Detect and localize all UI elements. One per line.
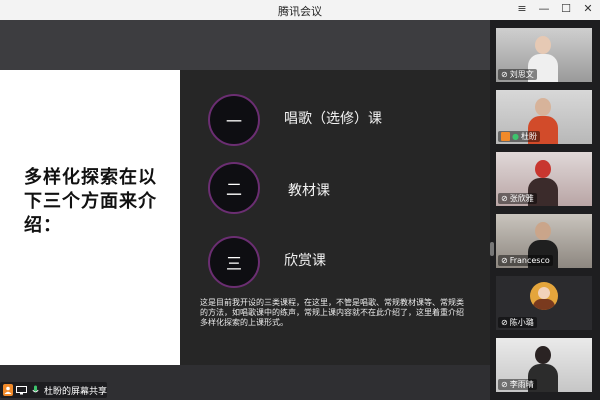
participant-name-bar: ⊘ 张欣雅 (498, 193, 537, 204)
participant-avatar-tile[interactable]: ⊘ 陈小璐 (496, 276, 592, 330)
mic-muted-icon: ⊘ (501, 194, 508, 203)
participant-name: 陈小璐 (509, 318, 534, 327)
slide-left-panel: 多样化探索在以下三个方面来介绍： (0, 70, 180, 365)
window-title: 腾讯会议 (278, 5, 322, 18)
participant-video-rail: ⊘ 刘思文 ● 杜盼 ⊘ 张欣雅 ⊘ Francesco ⊘ 陈小璐 ⊘ 李雨晴 (490, 20, 600, 400)
close-icon[interactable]: ✕ (582, 2, 594, 15)
shared-screen-area: 多样化探索在以下三个方面来介绍： 一 唱歌（选修）课 二 教材课 三 欣赏课 这… (0, 20, 490, 400)
participant-name: 李雨晴 (509, 380, 534, 389)
participant-name-bar: ⊘ 刘思文 (498, 69, 537, 80)
participant-video-tile[interactable]: ⊘ Francesco (496, 214, 592, 268)
participant-name-bar: ⊘ Francesco (498, 255, 553, 266)
participant-name: 刘思文 (509, 70, 534, 79)
participant-video-tile[interactable]: ⊘ 李雨晴 (496, 338, 592, 392)
window-titlebar: 腾讯会议 ≡ — ☐ ✕ (0, 0, 600, 21)
host-badge-icon (501, 132, 510, 141)
numeral-circle-2: 二 (208, 162, 260, 214)
screen-share-status-bar[interactable]: 杜盼的屏幕共享 (0, 382, 107, 398)
mic-muted-icon: ⊘ (501, 256, 508, 265)
participant-video-tile[interactable]: ⊘ 刘思文 (496, 28, 592, 82)
maximize-icon[interactable]: ☐ (560, 2, 572, 15)
participant-name-bar: ⊘ 陈小璐 (498, 317, 537, 328)
participant-video-tile[interactable]: ● 杜盼 (496, 90, 592, 144)
screen-share-icon (16, 384, 28, 396)
participant-video-tile[interactable]: ⊘ 张欣雅 (496, 152, 592, 206)
mic-active-icon: ● (512, 132, 519, 141)
user-icon (3, 384, 14, 396)
slide-heading: 多样化探索在以下三个方面来介绍： (24, 167, 157, 236)
mic-muted-icon: ⊘ (501, 380, 508, 389)
presentation-slide: 多样化探索在以下三个方面来介绍： 一 唱歌（选修）课 二 教材课 三 欣赏课 这… (0, 70, 490, 365)
menu-icon[interactable]: ≡ (516, 2, 528, 15)
participant-name-bar: ⊘ 李雨晴 (498, 379, 537, 390)
slide-right-panel: 一 唱歌（选修）课 二 教材课 三 欣赏课 这是目前我开设的三类课程，在这里，不… (180, 70, 490, 365)
window-controls: ≡ — ☐ ✕ (516, 2, 594, 15)
mic-icon (30, 384, 40, 396)
slide-description: 这是目前我开设的三类课程，在这里，不管是唱歌、常规教材课等、常规类的方法，如唱歌… (200, 298, 464, 327)
participant-name: Francesco (509, 256, 550, 265)
mic-muted-icon: ⊘ (501, 318, 508, 327)
screen-share-label: 杜盼的屏幕共享 (43, 386, 107, 397)
rail-collapse-handle[interactable] (490, 242, 494, 256)
participant-name: 杜盼 (520, 132, 537, 141)
numeral-circle-3: 三 (208, 236, 260, 288)
participant-name: 张欣雅 (509, 194, 534, 203)
mic-muted-icon: ⊘ (501, 70, 508, 79)
minimize-icon[interactable]: — (538, 2, 550, 15)
participant-name-bar: ● 杜盼 (498, 131, 540, 142)
avatar (530, 282, 558, 310)
numeral-circle-1: 一 (208, 94, 260, 146)
item-label-1: 唱歌（选修）课 (284, 111, 382, 127)
item-label-2: 教材课 (288, 183, 330, 199)
item-label-3: 欣赏课 (284, 253, 326, 269)
shared-screen-top-margin (0, 20, 490, 70)
